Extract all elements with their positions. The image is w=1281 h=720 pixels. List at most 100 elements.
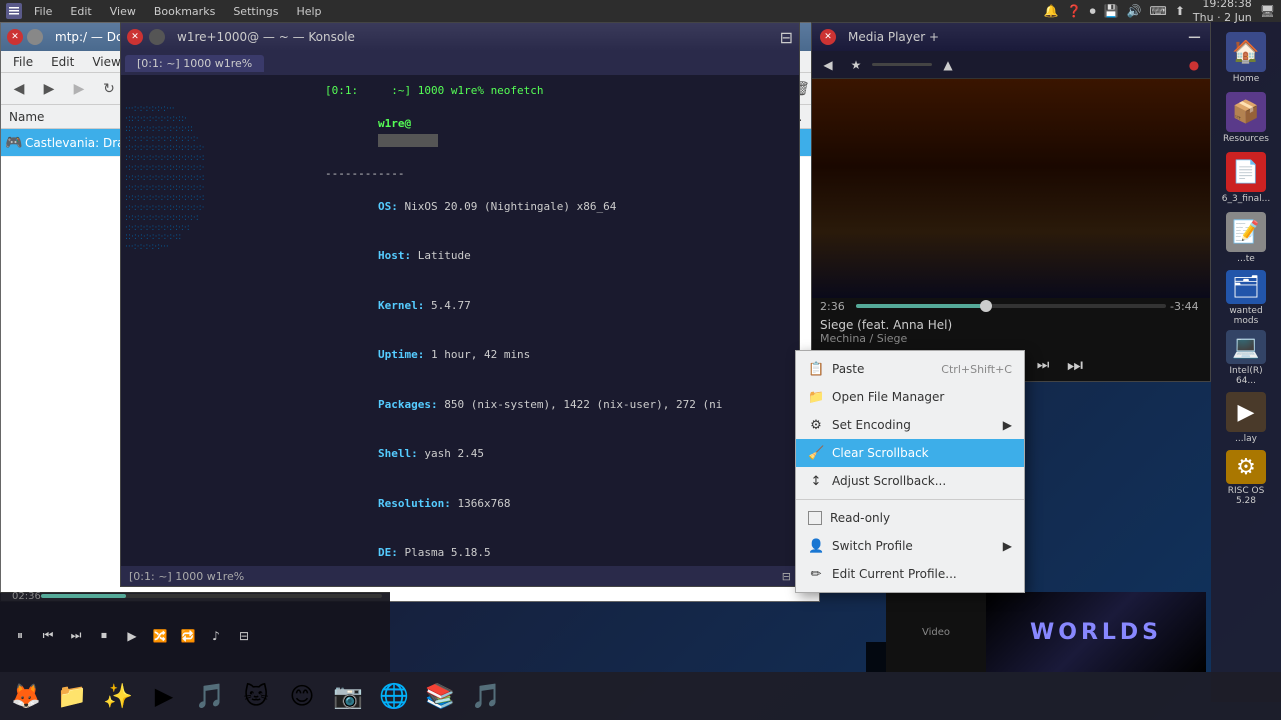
mini-shuffle-button[interactable]: 🔀 [148,624,172,648]
tray-icon-4[interactable]: 💾 [1104,4,1119,18]
panel-play-icon[interactable]: ▶ ...lay [1218,390,1274,446]
taskbar-docs-button[interactable]: 📚 [418,674,462,718]
window-close-button[interactable]: ✕ [7,29,23,45]
ctx-edit-profile[interactable]: ✏ Edit Current Profile... [796,560,1024,588]
konsole-tab[interactable]: [0:1: ~] 1000 w1re% [125,55,264,72]
mini-playlist-button[interactable]: ⊟ [232,624,256,648]
panel-home-label: Home [1233,74,1260,84]
ctx-set-encoding[interactable]: ⚙ Set Encoding ▶ [796,411,1024,439]
menu-settings[interactable]: Settings [227,4,284,19]
video-thumb-label: Video [922,627,950,638]
media-player-title: Media Player + [848,30,939,44]
panel-note-icon[interactable]: 📝 ...te [1218,210,1274,266]
media-player: ✕ Media Player + − ◀ ★ ▲ ● MECHINA 2:36 … [811,22,1211,382]
dolphin-menu-edit[interactable]: Edit [43,53,82,71]
mp-settings-button[interactable]: ● [1182,53,1206,77]
menu-edit[interactable]: Edit [64,4,97,19]
tray-icon-monitor[interactable]: 🖥 [1260,4,1275,18]
taskbar-plasma-button[interactable]: ✨ [96,674,140,718]
panel-wanted-mods-icon[interactable]: 🗂 wanted mods [1218,270,1274,326]
konsole-body[interactable]: ···:·:·:·:·:·:··· ·::·:·:·:·:·:·:·:·::· … [121,75,799,566]
taskbar-music-button[interactable]: 🎵 [464,674,508,718]
taskbar-cat-button[interactable]: 🐱 [234,674,278,718]
mp-bookmark-button[interactable]: ★ [844,53,868,77]
mini-seek-fill [41,594,126,598]
taskbar-firefox-button[interactable]: 🦊 [4,674,48,718]
mp-skip-end-button[interactable]: ⏭ [1061,351,1089,379]
ctx-switch-profile[interactable]: 👤 Switch Profile ▶ [796,532,1024,560]
seek-track[interactable] [856,304,1166,308]
mp-minimize-icon[interactable]: − [1187,27,1202,48]
konsole-close-button[interactable]: ✕ [127,29,143,45]
tray-icon-5[interactable]: 🔊 [1127,4,1142,18]
video-thumbnail-small[interactable]: Video [886,592,986,672]
menu-help[interactable]: Help [290,4,327,19]
mini-prev-button[interactable]: ⏮ [36,624,60,648]
tray-icon-2[interactable]: ❓ [1067,4,1082,18]
status-expand-icon[interactable]: ⊟ [782,570,791,583]
panel-riscos-icon[interactable]: ⚙ RISC OS 5.28 [1218,450,1274,506]
mini-music-icon[interactable]: ♪ [204,624,228,648]
menu-bookmarks[interactable]: Bookmarks [148,4,221,19]
tray-icon-6[interactable]: ⌨ [1150,4,1167,18]
taskbar-run-button[interactable]: ▶ [142,674,186,718]
panel-pdf-icon[interactable]: 📄 6_3_final... [1218,150,1274,206]
right-panel: 🏠 Home 📦 Resources 📄 6_3_final... 📝 ...t… [1211,22,1281,702]
term-de: DE: Plasma 5.18.5 [325,529,795,567]
ctx-file-manager-label: Open File Manager [832,390,944,404]
ctx-open-file-manager[interactable]: 📁 Open File Manager [796,383,1024,411]
menu-file[interactable]: File [28,4,58,19]
tray-icon-1[interactable]: 🔔 [1044,4,1059,18]
ctx-clear-scrollback[interactable]: 🧹 Clear Scrollback [796,439,1024,467]
dolphin-menu-file[interactable]: File [5,53,41,71]
term-shell: Shell: yash 2.45 [325,430,795,480]
ctx-encoding-label: Set Encoding [832,418,911,432]
mp-chapters-button[interactable]: ▲ [936,53,960,77]
panel-resources-label: Resources [1223,134,1269,144]
konsole-tab-bar: [0:1: ~] 1000 w1re% [121,51,799,75]
app-menu-button[interactable] [6,3,22,19]
window-minimize-button[interactable] [27,29,43,45]
tray-icon-7[interactable]: ⬆ [1175,4,1185,18]
konsole-statusbar: [0:1: ~] 1000 w1re% ⊟ [121,566,799,586]
mini-next-button[interactable]: ⏭ [64,624,88,648]
readonly-checkbox[interactable] [808,511,822,525]
taskbar-browser-button[interactable]: 🌐 [372,674,416,718]
back-button[interactable]: ◀ [5,76,33,102]
tray-icon-3[interactable]: ⏺ [1090,4,1096,19]
mini-stop-button[interactable]: ⏹ [92,624,116,648]
panel-intel-doc-icon[interactable]: 💻 Intel(R) 64... [1218,330,1274,386]
media-player-close-button[interactable]: ✕ [820,29,836,45]
ctx-readonly-label: Read-only [830,511,890,525]
media-player-titlebar: ✕ Media Player + − [812,23,1210,51]
ctx-paste[interactable]: 📋 Paste Ctrl+Shift+C [796,355,1024,383]
taskbar-emoji-button[interactable]: 😊 [280,674,324,718]
refresh-button[interactable]: ↻ [95,76,123,102]
panel-home-icon[interactable]: 🏠 Home [1218,30,1274,86]
taskbar-camera-button[interactable]: 📷 [326,674,370,718]
menu-view[interactable]: View [104,4,142,19]
konsole-minimize-button[interactable] [149,29,165,45]
media-player-video[interactable]: MECHINA [812,79,1210,298]
mini-play-button[interactable]: ▶ [120,624,144,648]
mini-seek-track[interactable] [41,594,382,598]
seek-handle[interactable] [980,300,992,312]
panel-resources-icon[interactable]: 📦 Resources [1218,90,1274,146]
time-current: 2:36 [820,300,852,313]
mp-next-button[interactable]: ⏭ [1029,351,1057,379]
taskbar-files-button[interactable]: 📁 [50,674,94,718]
term-host: Host: Latitude [325,232,795,282]
video-bg [812,79,1210,298]
forward-button[interactable]: ▶ [35,76,63,102]
up-button[interactable]: ▶ [65,76,93,102]
taskbar-audio-button[interactable]: 🎵 [188,674,232,718]
ctx-edit-profile-label: Edit Current Profile... [832,567,957,581]
konsole-expand-button[interactable]: ⊟ [780,28,793,47]
mini-repeat-button[interactable]: 🔁 [176,624,200,648]
mp-back-button[interactable]: ◀ [816,53,840,77]
ctx-readonly[interactable]: Read-only [796,504,1024,532]
seek-bar[interactable]: 2:36 -3:44 [812,298,1210,314]
ctx-adjust-scrollback[interactable]: ↕ Adjust Scrollback... [796,467,1024,495]
mini-pause-button[interactable]: ⏸ [8,624,32,648]
taskbar-top-left: File Edit View Bookmarks Settings Help [6,3,328,19]
